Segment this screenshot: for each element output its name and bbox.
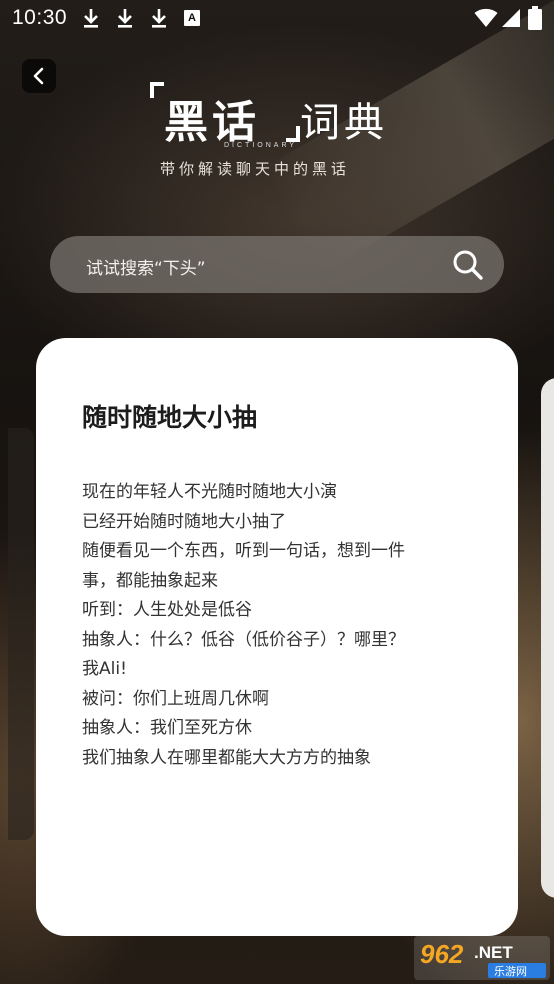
logo-bracket-right: [286, 126, 300, 142]
card-line: 现在的年轻人不光随时随地大小演: [82, 482, 337, 502]
watermark-number: 962: [420, 939, 464, 969]
watermark-caption: 乐游网: [494, 965, 527, 978]
carousel-card-previous[interactable]: [8, 428, 34, 840]
card-line: 事，都能抽象起来: [82, 570, 218, 591]
carousel-card-next[interactable]: [541, 378, 554, 898]
download-icon: [152, 9, 166, 28]
search-input[interactable]: 试试搜索“下头”: [86, 254, 206, 279]
card-line: 抽象人：我们至死方休: [82, 718, 252, 738]
search-icon[interactable]: [452, 249, 484, 281]
card-body: 现在的年轻人不光随时随地大小演 已经开始随时随地大小抽了 随便看见一个东西，听到…: [82, 478, 482, 773]
download-icon: [118, 9, 132, 28]
wifi-icon: [474, 8, 498, 27]
chevron-left-icon: [33, 67, 44, 85]
logo-main-text: 黑话: [164, 97, 260, 148]
card-line: 已经开始随时随地大小抽了: [82, 511, 286, 532]
watermark-logo: 962 .NET 乐游网: [414, 936, 550, 980]
card-line: 抽象人：什么？低谷（低价谷子）？哪里？: [82, 629, 405, 650]
card-line: 我Ali!: [82, 659, 127, 679]
status-time: 10:30: [12, 6, 68, 29]
signal-icon: [502, 9, 520, 27]
back-button[interactable]: [22, 59, 56, 93]
logo-bracket-left: [150, 82, 164, 98]
card-line: 我们抽象人在哪里都能大大方方的抽象: [82, 747, 371, 768]
slang-card[interactable]: 随时随地大小抽 现在的年轻人不光随时随地大小演 已经开始随时随地大小抽了 随便看…: [36, 338, 518, 936]
logo-english-text: DICTIONARY: [224, 142, 298, 149]
a-notification-icon: A: [184, 10, 200, 26]
search-bar[interactable]: 试试搜索“下头”: [50, 236, 504, 293]
card-title: 随时随地大小抽: [82, 403, 258, 432]
status-bar: 10:30 A: [0, 0, 554, 38]
watermark-suffix: .NET: [474, 943, 513, 962]
logo-secondary-text: 词典: [300, 100, 388, 146]
card-line: 被问：你们上班周几休啊: [82, 688, 269, 709]
download-icon: [84, 9, 98, 28]
battery-icon: [528, 6, 542, 30]
card-line: 听到：人生处处是低谷: [82, 600, 252, 620]
card-line: 随便看见一个东西，听到一句话，想到一件: [82, 541, 405, 561]
tagline: 带你解读聊天中的黑话: [160, 160, 351, 178]
